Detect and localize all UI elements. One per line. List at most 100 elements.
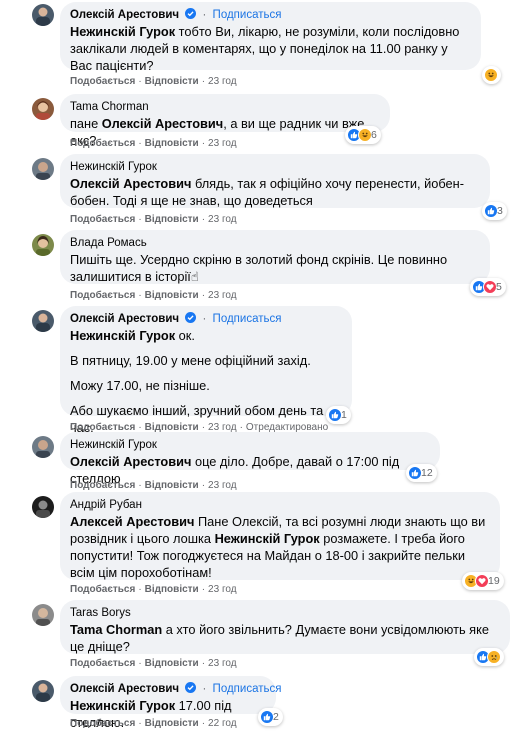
subscribe-link[interactable]: Подписаться [213, 9, 282, 21]
author-name[interactable]: Taras Borys [70, 607, 131, 619]
comment-paragraph: Можу 17.00, не пізніше. [70, 378, 210, 393]
comment-actions: Подобається · Відповісти · 23 год [70, 658, 237, 669]
reaction-count: 6 [371, 129, 377, 141]
mention-link[interactable]: Нежинскій Гурок [70, 24, 175, 39]
mention-link[interactable]: Олексій Арестович [70, 454, 191, 469]
reaction-summary[interactable]: 3 [482, 202, 507, 220]
avatar[interactable] [32, 4, 54, 26]
comment-text: Нежинскій Гурок ок. В пятницу, 19.00 у м… [70, 327, 342, 436]
reply-link[interactable]: Відповісти [145, 658, 199, 669]
avatar[interactable] [32, 158, 54, 180]
timestamp[interactable]: 22 год [208, 718, 237, 729]
reaction-count: 5 [496, 281, 502, 293]
mention-link[interactable]: Олексій Арестович [70, 176, 191, 191]
like-reaction-icon [328, 408, 342, 422]
comment-text: Нежинскій Гурок тобто Ви, лікарю, не роз… [70, 24, 460, 73]
comment-actions: Подобається · Відповісти · 23 год [70, 76, 237, 87]
reaction-summary[interactable]: 12 [406, 464, 437, 482]
comment-bubble: Нежинскій Гурок Олексій Арестович блядь,… [60, 154, 490, 208]
comment-bubble: Андрій Рубан Алексей Арестович Пане Олек… [60, 492, 500, 580]
reply-link[interactable]: Відповісти [145, 480, 199, 491]
love-reaction-icon [483, 280, 497, 294]
reaction-count: 1 [341, 409, 347, 421]
like-link[interactable]: Подобається [70, 138, 135, 149]
mention-link[interactable]: Алексей Арестович [70, 514, 194, 529]
like-link[interactable]: Подобається [70, 76, 135, 87]
reply-link[interactable]: Відповісти [145, 718, 199, 729]
comment-actions: Подобається · Відповісти · 23 год [70, 138, 237, 149]
haha-reaction-icon [358, 128, 372, 142]
mention-link[interactable]: Нежинскій Гурок [70, 698, 175, 713]
author-name[interactable]: Влада Ромась [70, 237, 147, 249]
comment-bubble: Taras Borys Tama Chorman а хто його звіл… [60, 600, 510, 654]
comment-text: Tama Chorman а хто його звільнить? Думає… [70, 622, 489, 654]
avatar[interactable] [32, 234, 54, 256]
comment-text: Олексій Арестович блядь, так я офіційно … [70, 176, 464, 208]
author-name[interactable]: Олексій Арестович [70, 9, 179, 21]
reaction-summary[interactable] [482, 66, 501, 84]
verified-badge-icon [185, 682, 197, 693]
reaction-summary[interactable]: 1 [326, 406, 351, 424]
author-name[interactable]: Олексій Арестович [70, 683, 179, 695]
mention-link[interactable]: Нежинскій Гурок [215, 531, 320, 546]
comment-bubble: Олексій Арестович · Подписаться Нежинскі… [60, 676, 281, 730]
subscribe-link[interactable]: Подписаться [213, 313, 282, 325]
like-reaction-icon [260, 710, 274, 724]
like-link[interactable]: Подобається [70, 718, 135, 729]
separator-dot: · [202, 683, 207, 695]
avatar[interactable] [32, 436, 54, 458]
comment-bubble: Tama Chorman пане Олексій Арестович, а в… [60, 94, 390, 148]
comment-bubble: Влада Ромась Пишіть ще. Усердно скріню в… [60, 230, 490, 284]
reply-link[interactable]: Відповісти [145, 76, 199, 87]
reply-link[interactable]: Відповісти [145, 214, 199, 225]
timestamp[interactable]: 23 год [208, 138, 237, 149]
separator-dot: · [202, 9, 207, 21]
reaction-summary[interactable]: 2 [258, 708, 283, 726]
timestamp[interactable]: 23 год [208, 480, 237, 491]
author-name[interactable]: Андрій Рубан [70, 499, 142, 511]
like-link[interactable]: Подобається [70, 290, 135, 301]
timestamp[interactable]: 23 год [208, 214, 237, 225]
like-link[interactable]: Подобається [70, 480, 135, 491]
reply-link[interactable]: Відповісти [145, 290, 199, 301]
mention-link[interactable]: Олексій Арестович [102, 116, 223, 131]
reply-link[interactable]: Відповісти [145, 138, 199, 149]
author-name[interactable]: Нежинскій Гурок [70, 161, 157, 173]
author-name[interactable]: Олексій Арестович [70, 313, 179, 325]
like-link[interactable]: Подобається [70, 214, 135, 225]
sad-reaction-icon [487, 650, 501, 664]
comment-actions: Подобається · Відповісти · 23 год [70, 290, 237, 301]
reaction-count: 3 [497, 205, 503, 217]
timestamp[interactable]: 23 год [208, 658, 237, 669]
comment-bubble: Олексій Арестович · Подписаться Нежинскі… [60, 306, 352, 435]
avatar[interactable] [32, 98, 54, 120]
avatar[interactable] [32, 310, 54, 332]
comment-actions: Подобається · Відповісти · 23 год [70, 480, 237, 491]
mention-link[interactable]: Нежинскій Гурок [70, 328, 175, 343]
reaction-summary[interactable]: 6 [345, 126, 381, 144]
like-reaction-icon [484, 204, 498, 218]
comment-bubble: Олексій Арестович · Подписаться Нежинскі… [60, 2, 481, 73]
timestamp[interactable]: 23 год [208, 290, 237, 301]
reaction-count: 12 [421, 467, 433, 479]
subscribe-link[interactable]: Подписаться [213, 683, 282, 695]
like-link[interactable]: Подобається [70, 658, 135, 669]
like-link[interactable]: Подобається [70, 584, 135, 595]
comment-actions: Подобається · Відповісти · 22 год [70, 718, 237, 729]
verified-badge-icon [185, 312, 197, 323]
reply-link[interactable]: Відповісти [145, 584, 199, 595]
avatar[interactable] [32, 496, 54, 518]
mention-link[interactable]: Tama Chorman [70, 622, 162, 637]
timestamp[interactable]: 23 год [208, 76, 237, 87]
avatar[interactable] [32, 680, 54, 702]
reaction-summary[interactable]: 5 [470, 278, 506, 296]
reaction-summary[interactable] [474, 648, 504, 666]
timestamp[interactable]: 23 год [208, 584, 237, 595]
comment-paragraph: В пятницу, 19.00 у мене офіційний захід. [70, 353, 311, 368]
avatar[interactable] [32, 604, 54, 626]
author-name[interactable]: Tama Chorman [70, 101, 149, 113]
author-name[interactable]: Нежинскій Гурок [70, 439, 157, 451]
reaction-summary[interactable]: 19 [462, 572, 504, 590]
verified-badge-icon [185, 8, 197, 19]
reaction-count: 19 [488, 575, 500, 587]
